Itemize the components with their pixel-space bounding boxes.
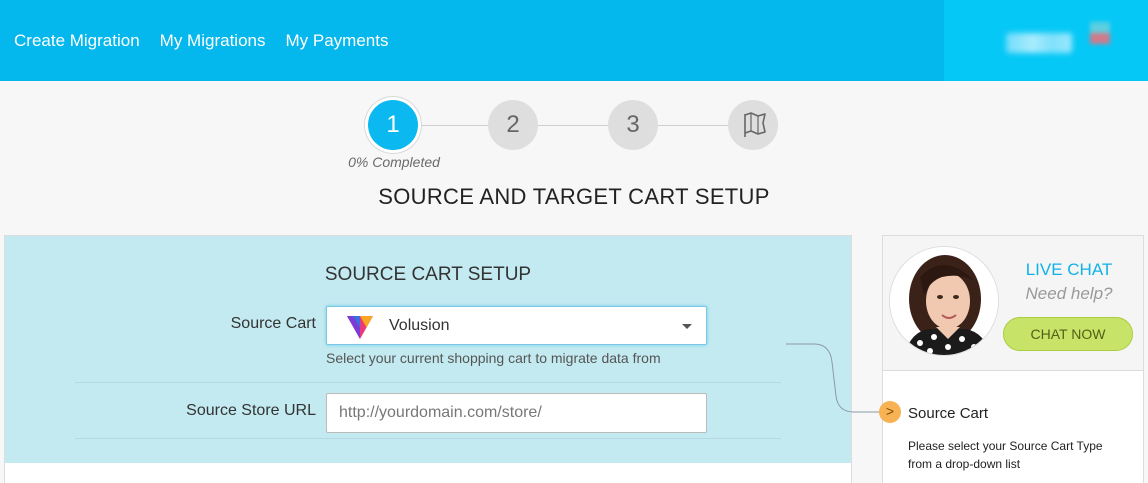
top-header: Create Migration My Migrations My Paymen…	[0, 0, 1148, 81]
step-3: 3	[608, 100, 658, 150]
support-agent-avatar	[889, 246, 999, 356]
source-cart-select[interactable]: Volusion	[326, 306, 707, 345]
main-nav: Create Migration My Migrations My Paymen…	[14, 0, 408, 81]
source-cart-setup-section: SOURCE CART SETUP Source Cart Volusion S…	[5, 236, 851, 463]
flag-icon	[744, 112, 766, 137]
chat-now-button[interactable]: CHAT NOW	[1003, 317, 1133, 351]
section-title: SOURCE CART SETUP	[324, 264, 532, 285]
source-cart-panel: SOURCE CART SETUP Source Cart Volusion S…	[4, 235, 852, 483]
source-cart-label: Source Cart	[230, 315, 316, 332]
volusion-logo-icon	[347, 316, 373, 339]
source-store-url-input[interactable]	[326, 393, 707, 433]
nav-my-migrations[interactable]: My Migrations	[160, 31, 266, 51]
step-connector-line	[394, 125, 754, 126]
selected-cart-value: Volusion	[389, 317, 450, 334]
step-progress: 1 2 3	[368, 100, 780, 152]
step-2: 2	[488, 100, 538, 150]
step-1: 1	[368, 100, 418, 150]
tip-connector-line	[786, 343, 884, 413]
user-avatar-redacted	[1090, 22, 1110, 44]
source-cart-help: Select your current shopping cart to mig…	[326, 350, 661, 366]
live-chat-box: LIVE CHAT Need help? CHAT NOW	[882, 235, 1144, 371]
source-store-url-label: Source Store URL	[186, 402, 316, 419]
progress-label: 0% Completed	[348, 154, 440, 170]
divider	[75, 382, 781, 383]
tip-title: Source Cart	[908, 405, 989, 422]
nav-my-payments[interactable]: My Payments	[285, 31, 388, 51]
nav-create-migration[interactable]: Create Migration	[14, 31, 140, 51]
need-help-text: Need help?	[1025, 284, 1113, 303]
page-title: SOURCE AND TARGET CART SETUP	[378, 184, 770, 209]
user-name-redacted	[1006, 33, 1072, 53]
help-tip-box: > Source Cart Please select your Source …	[879, 371, 1144, 483]
divider	[75, 438, 781, 439]
live-chat-title: LIVE CHAT	[1025, 260, 1113, 279]
chevron-down-icon	[682, 324, 692, 329]
step-finish	[728, 100, 778, 150]
chevron-right-icon: >	[879, 401, 901, 423]
agent-photo-icon	[890, 247, 998, 355]
user-area[interactable]	[944, 0, 1148, 81]
tip-text: Please select your Source Cart Type from…	[908, 439, 1103, 471]
